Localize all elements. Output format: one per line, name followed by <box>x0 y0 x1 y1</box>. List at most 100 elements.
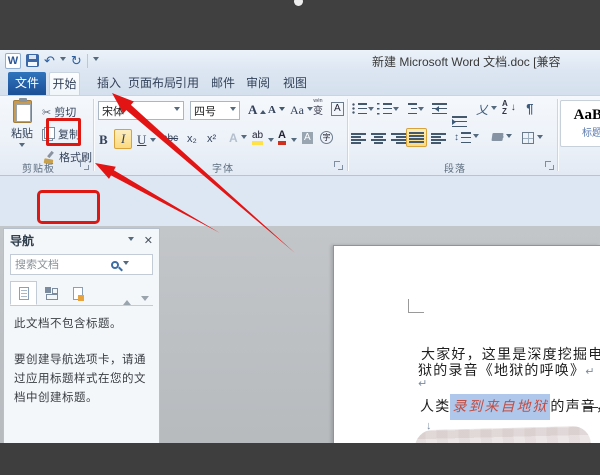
align-right-icon[interactable] <box>391 132 406 145</box>
headings-icon <box>18 286 29 300</box>
tab-review[interactable]: 审阅 <box>242 72 274 95</box>
nav-hint-message: 要创建导航选项卡，请通过应用标题样式在您的文档中创建标题。 <box>14 354 146 404</box>
decrease-indent-icon[interactable] <box>432 102 447 115</box>
bullets-dropdown-icon[interactable] <box>368 107 374 114</box>
navigation-header: 导航 ✕ <box>4 229 159 251</box>
justify-icon-active[interactable] <box>406 128 427 147</box>
search-dropdown-icon[interactable] <box>123 261 129 268</box>
paste-button[interactable]: 粘贴 <box>6 98 38 160</box>
word-logo-icon[interactable]: W <box>5 52 21 69</box>
subscript-letters: x₂ <box>187 133 197 145</box>
font-size-value: 四号 <box>194 105 216 118</box>
close-icon[interactable]: ✕ <box>144 234 153 247</box>
underline-button[interactable]: U <box>137 132 146 148</box>
strikethrough-letters: abc <box>162 133 179 144</box>
pilcrow-glyph: ¶ <box>526 101 534 116</box>
borders-icon[interactable] <box>522 132 543 144</box>
phonetic-guide-button[interactable]: wén 变 <box>313 99 323 117</box>
clipboard-group-label: 剪贴板 <box>22 164 55 175</box>
document-line-with-selection[interactable]: 人类录到来自地狱的声音， <box>420 394 600 420</box>
asian-layout-dropdown-icon[interactable] <box>491 106 498 113</box>
show-marks-icon[interactable]: ¶ <box>526 101 533 116</box>
save-icon[interactable] <box>26 54 39 67</box>
enclose-letter: 字 <box>322 132 331 142</box>
tab-file[interactable]: 文件 <box>8 72 46 95</box>
tab-insert[interactable]: 插入 <box>93 72 125 95</box>
shading-icon[interactable] <box>491 133 512 141</box>
selected-text[interactable]: 录到来自地狱 <box>450 394 551 420</box>
pinyin-ruby: wén <box>313 98 323 104</box>
borders-dropdown-icon[interactable] <box>537 134 543 142</box>
change-case-button[interactable]: Aa <box>290 103 313 118</box>
font-color-dropdown-icon[interactable] <box>291 138 297 145</box>
previous-heading-icon[interactable] <box>123 296 131 305</box>
tab-view[interactable]: 视图 <box>279 72 311 95</box>
paste-clipboard-icon <box>12 98 32 123</box>
sort-icon[interactable]: A Z ↓ <box>502 100 516 116</box>
line-spacing-dropdown-icon[interactable] <box>473 134 479 141</box>
next-heading-icon[interactable] <box>141 296 149 305</box>
superscript-button[interactable]: x² <box>207 133 216 145</box>
tab-mailings[interactable]: 邮件 <box>207 72 239 95</box>
nav-tab-results[interactable] <box>64 281 91 305</box>
search-input[interactable] <box>15 258 107 271</box>
increase-indent-icon[interactable] <box>452 115 467 128</box>
font-name-dropdown-icon[interactable] <box>174 107 180 114</box>
line-spacing-icon[interactable]: ↕ <box>454 131 479 144</box>
enclose-characters-button[interactable]: 字 <box>320 131 333 144</box>
shrink-font-button[interactable]: A <box>268 104 285 116</box>
ribbon-tab-row: 文件 开始 插入 页面布局 引用 邮件 审阅 视图 <box>0 71 600 95</box>
nav-tab-headings[interactable] <box>10 281 37 305</box>
search-icon[interactable] <box>111 260 119 269</box>
highlight-color-button[interactable]: ab <box>252 131 264 145</box>
distribute-icon[interactable] <box>431 132 446 145</box>
paragraph-dialog-launcher-icon[interactable] <box>545 161 554 170</box>
font-color-button[interactable]: A <box>278 130 286 145</box>
search-box[interactable] <box>10 254 153 275</box>
subscript-button[interactable]: x₂ <box>187 133 197 145</box>
italic-button-active[interactable]: I <box>114 129 133 149</box>
tab-page-layout[interactable]: 页面布局 <box>127 72 177 95</box>
asian-layout-icon[interactable]: 乂 <box>476 101 498 118</box>
align-center-icon[interactable] <box>371 132 386 145</box>
font-size-dropdown-icon[interactable] <box>230 107 236 114</box>
title-bar: W ↶ ↻ 新建 Microsoft Word 文档.doc [兼容 <box>0 50 600 71</box>
font-name-value: 宋体 <box>102 105 124 118</box>
document-line[interactable]: 狱的录音《地狱的呼唤》↵ <box>418 360 594 380</box>
numbering-icon[interactable] <box>377 102 392 115</box>
navigation-menu-dropdown-icon[interactable] <box>127 236 134 244</box>
bullets-icon[interactable] <box>352 102 367 115</box>
text-effects-button[interactable]: A <box>229 131 247 145</box>
multilevel-list-icon[interactable] <box>402 102 417 115</box>
style-gallery-item[interactable]: AaBb 标题 <box>560 100 600 147</box>
redo-icon[interactable]: ↻ <box>71 54 82 67</box>
document-page[interactable]: 大家好，这里是深度挖掘电台， 狱的录音《地狱的呼唤》↵ ↵ 人类录到来自地狱的声… <box>333 245 600 475</box>
font-name-combo[interactable]: 宋体 <box>98 101 184 120</box>
character-border-button[interactable]: A <box>331 102 344 116</box>
underline-dropdown-icon[interactable] <box>150 138 156 145</box>
undo-dropdown-icon[interactable] <box>59 57 66 64</box>
font-dialog-launcher-icon[interactable] <box>334 161 343 170</box>
character-shading-button[interactable]: A <box>302 132 313 144</box>
paragraph-text: 狱的录音《地狱的呼唤》 <box>418 362 586 378</box>
numbering-dropdown-icon[interactable] <box>393 107 399 114</box>
text-effects-dropdown-icon[interactable] <box>240 134 247 142</box>
quick-access-toolbar: W ↶ ↻ <box>5 52 99 69</box>
nav-tab-pages[interactable] <box>37 281 64 305</box>
align-left-icon[interactable] <box>351 132 366 145</box>
customize-qat-icon[interactable] <box>92 57 99 64</box>
tab-home-active[interactable]: 开始 <box>49 72 80 95</box>
window-title: 新建 Microsoft Word 文档.doc [兼容 <box>372 55 561 69</box>
clipboard-dialog-launcher-icon[interactable] <box>80 161 89 170</box>
bold-button[interactable]: B <box>99 132 108 148</box>
group-separator <box>347 99 348 171</box>
font-size-combo[interactable]: 四号 <box>190 101 240 120</box>
paste-dropdown-icon[interactable] <box>19 143 25 150</box>
style-name: 标题 <box>582 128 600 139</box>
grow-font-button[interactable]: A <box>248 102 266 118</box>
highlight-dropdown-icon[interactable] <box>268 138 274 145</box>
strikethrough-button[interactable]: abc <box>162 133 178 144</box>
tab-references[interactable]: 引用 <box>171 72 203 95</box>
undo-icon[interactable]: ↶ <box>44 54 55 67</box>
multilevel-dropdown-icon[interactable] <box>418 107 424 114</box>
